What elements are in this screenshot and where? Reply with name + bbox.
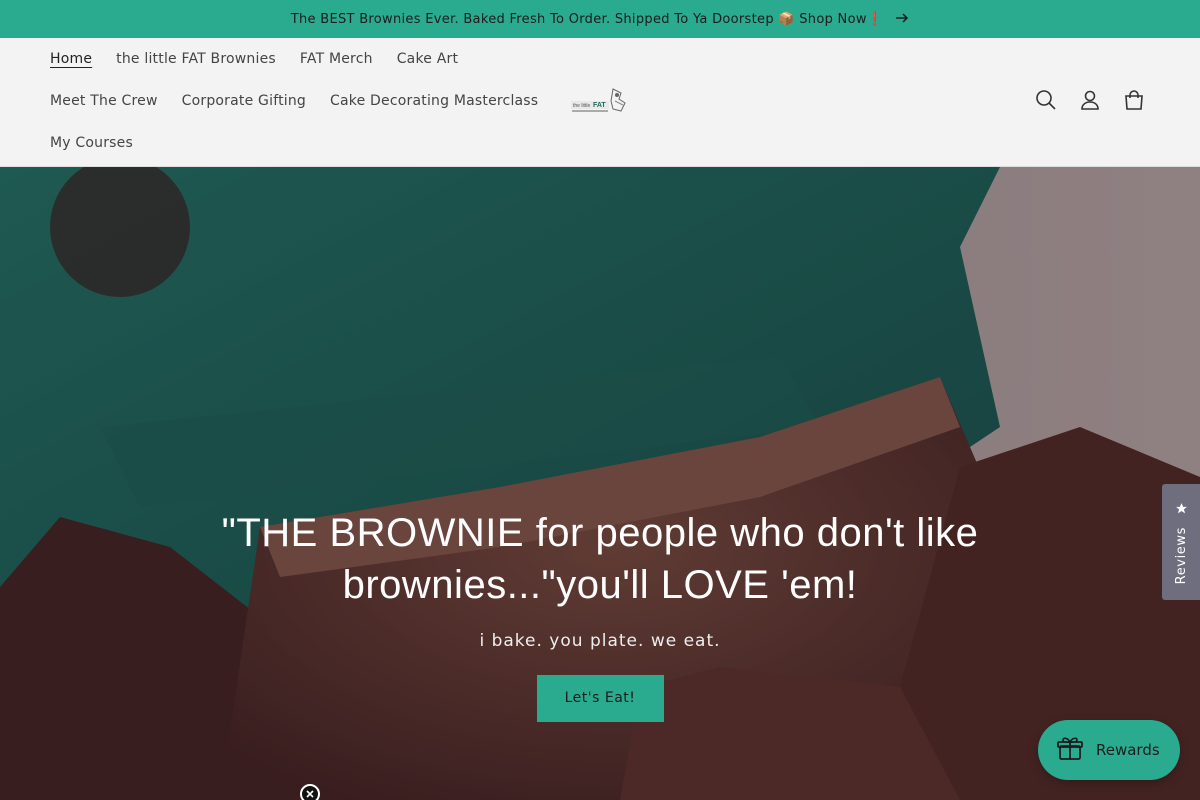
hero-content: "THE BROWNIE for people who don't like b…	[0, 507, 1200, 722]
announcement-bar[interactable]: The BEST Brownies Ever. Baked Fresh To O…	[0, 0, 1200, 38]
main-nav: Home the little FAT Brownies FAT Merch C…	[38, 38, 538, 164]
hero-title: "THE BROWNIE for people who don't like b…	[221, 511, 979, 607]
nav-link-fat-merch[interactable]: FAT Merch	[288, 51, 385, 67]
nav-link-little-fat-brownies[interactable]: the little FAT Brownies	[104, 51, 288, 67]
search-icon[interactable]	[1026, 80, 1066, 120]
hero-subtitle: i bake. you plate. we eat.	[479, 631, 721, 651]
nav-link-corporate-gifting[interactable]: Corporate Gifting	[170, 93, 318, 109]
rewards-button[interactable]: Rewards	[1038, 720, 1180, 780]
reviews-tab-label: Reviews	[1173, 526, 1189, 585]
svg-text:FAT: FAT	[593, 102, 606, 109]
account-icon[interactable]	[1070, 80, 1110, 120]
nav-link-home[interactable]: Home	[38, 51, 104, 67]
site-logo[interactable]: the little FAT	[568, 82, 632, 118]
announcement-text[interactable]: The BEST Brownies Ever. Baked Fresh To O…	[291, 12, 884, 27]
nav-link-meet-the-crew[interactable]: Meet The Crew	[38, 93, 170, 109]
arrow-right-icon[interactable]	[895, 10, 909, 28]
reviews-tab[interactable]: Reviews	[1162, 484, 1200, 600]
nav-link-cake-art[interactable]: Cake Art	[385, 51, 470, 67]
site-header: Home the little FAT Brownies FAT Merch C…	[0, 38, 1200, 167]
close-icon[interactable]	[300, 784, 320, 800]
hero-banner: "THE BROWNIE for people who don't like b…	[0, 167, 1200, 800]
svg-text:the little: the little	[573, 103, 590, 109]
cart-icon[interactable]	[1114, 80, 1154, 120]
lets-eat-button[interactable]: Let's Eat!	[536, 675, 664, 722]
nav-link-my-courses[interactable]: My Courses	[38, 135, 145, 151]
rewards-label: Rewards	[1096, 741, 1160, 759]
gift-icon	[1056, 734, 1084, 766]
star-icon	[1175, 500, 1188, 519]
nav-link-cake-decorating-masterclass[interactable]: Cake Decorating Masterclass	[318, 93, 550, 109]
header-icons	[1026, 80, 1154, 120]
